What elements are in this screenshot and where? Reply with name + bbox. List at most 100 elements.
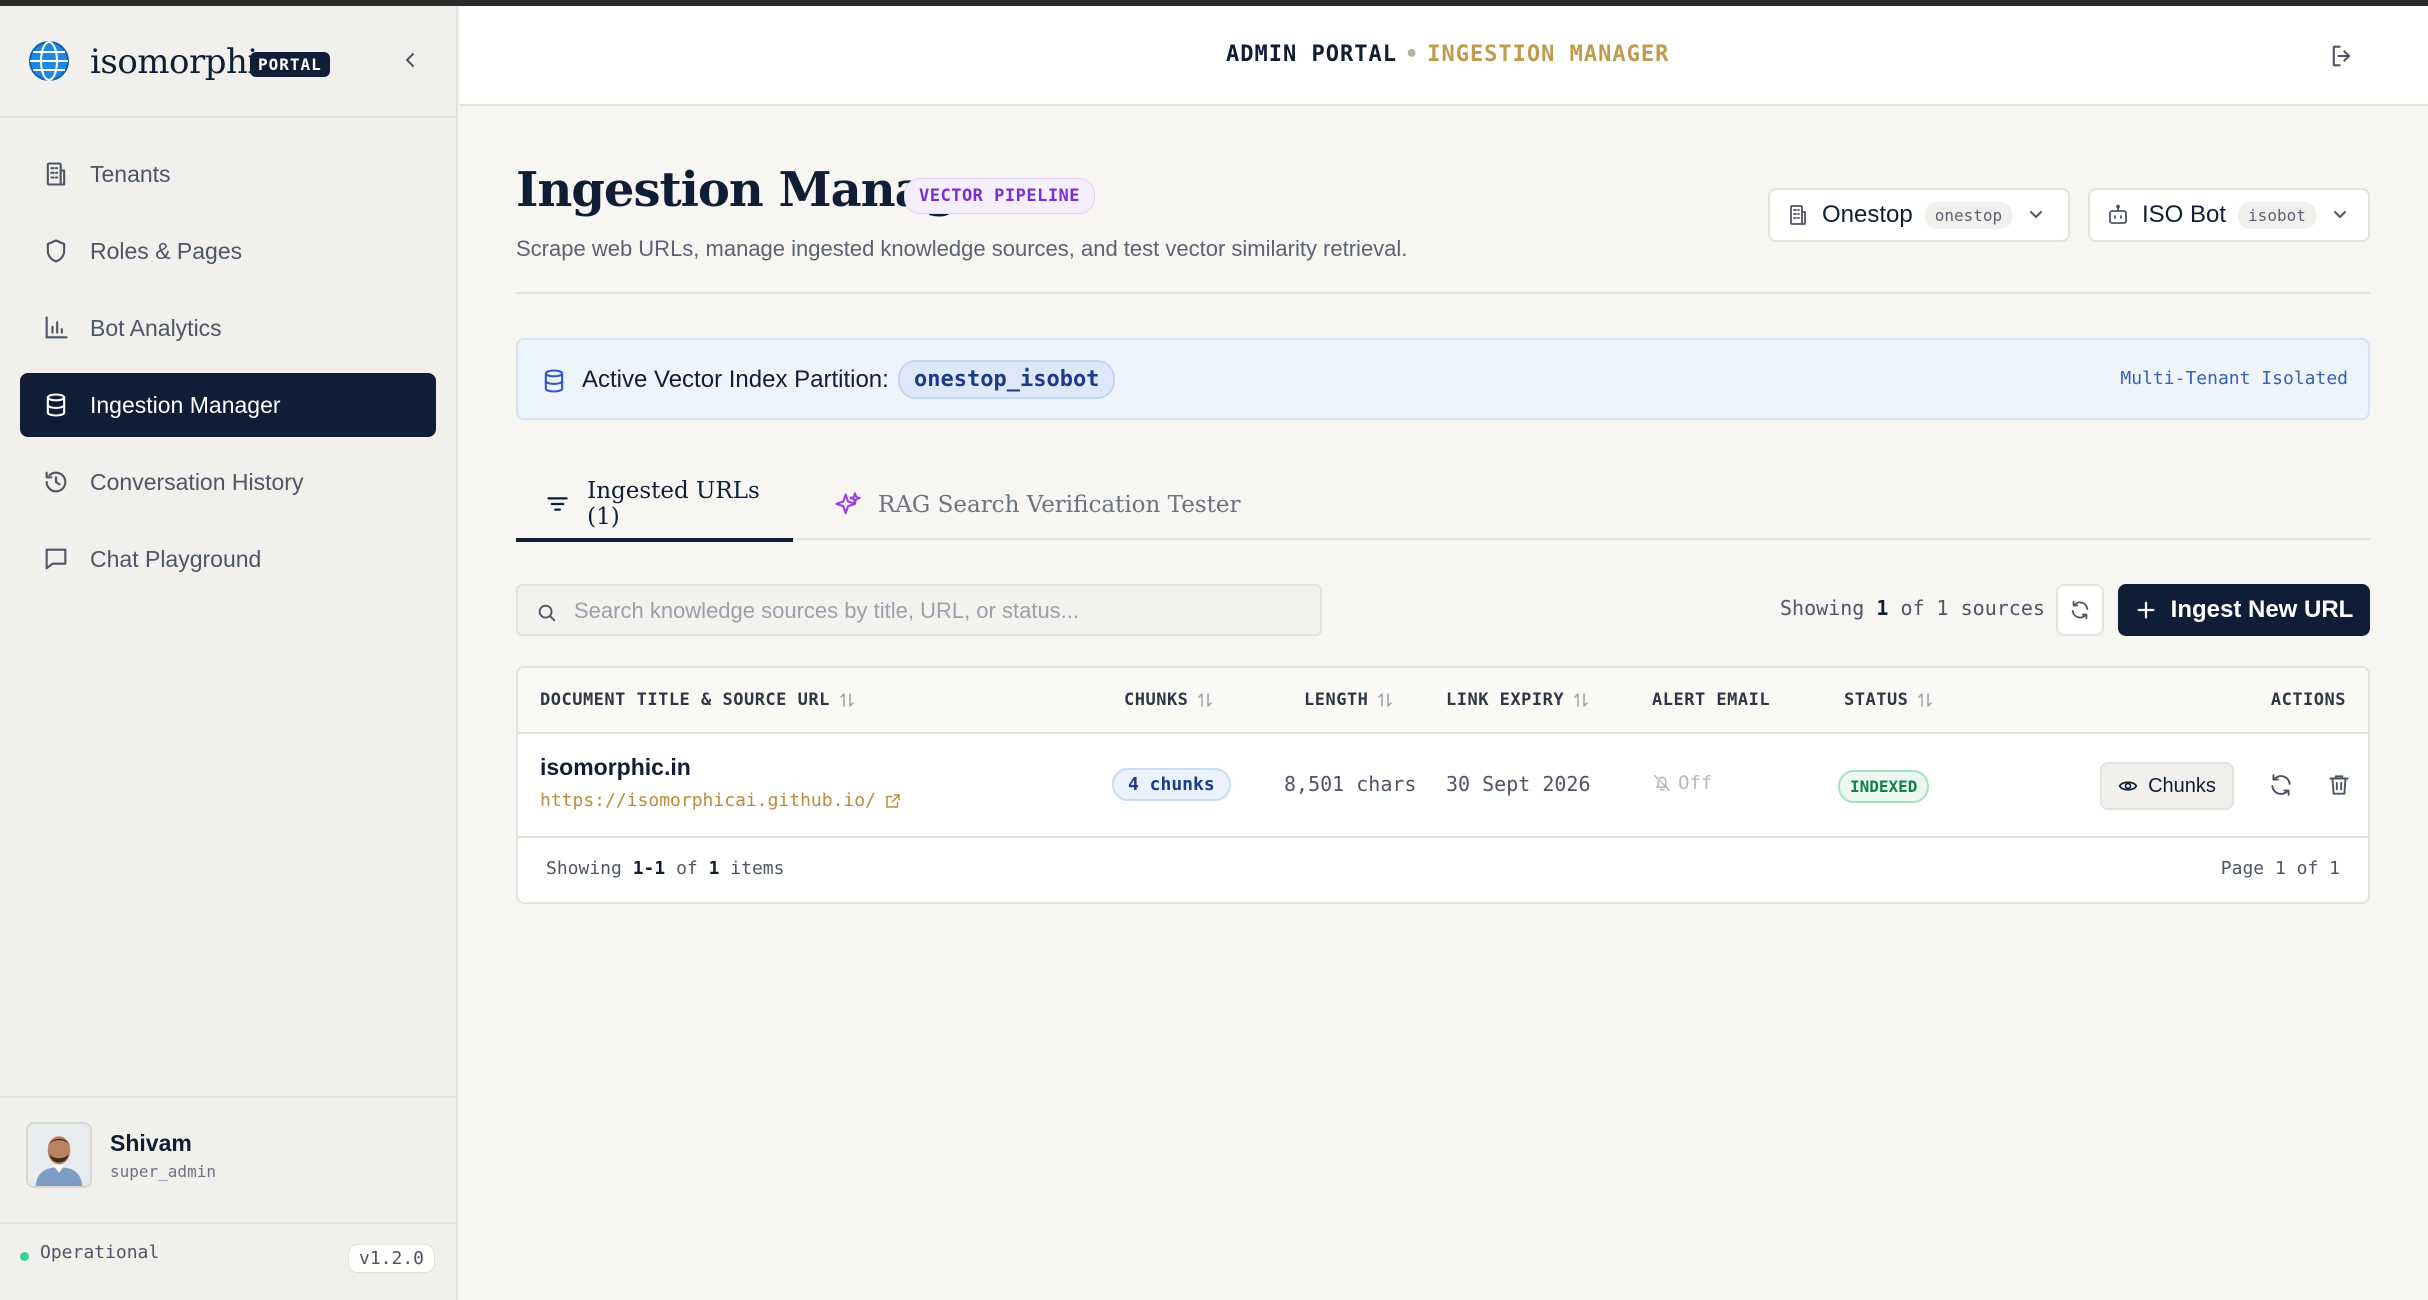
sources-table: DOCUMENT TITLE & SOURCE URL CHUNKS LENGT… [516, 666, 2370, 904]
ingest-button-label: Ingest New URL [2170, 596, 2354, 623]
footer-range: 1-1 [632, 858, 666, 879]
brand-name: isomorphic [90, 42, 277, 82]
sidebar-item-chat-playground[interactable]: Chat Playground [20, 527, 436, 591]
bell-off-icon [1653, 774, 1671, 792]
sidebar-item-label: Chat Playground [90, 545, 262, 572]
sidebar-item-label: Roles & Pages [90, 237, 243, 264]
alert-email-label: Off [1678, 772, 1713, 794]
sidebar-item-label: Conversation History [90, 468, 304, 495]
tenant-selector-label: Onestop [1822, 201, 1913, 228]
eye-icon [2118, 781, 2138, 791]
expiry-value: 30 Sept 2026 [1446, 772, 1591, 796]
bot-icon [2109, 204, 2127, 224]
sidebar-item-label: Bot Analytics [90, 314, 222, 341]
filter-lines-icon [547, 497, 568, 511]
page-subtitle: Scrape web URLs, manage ingested knowled… [516, 236, 1408, 261]
database-icon [544, 369, 564, 393]
external-link-icon[interactable] [884, 792, 902, 810]
sort-icon [840, 693, 854, 707]
sidebar: isomorphic PORTAL Tenants Roles & Pages … [0, 6, 458, 1300]
search-input[interactable] [574, 592, 1304, 630]
sidebar-item-label: Ingestion Manager [90, 391, 281, 418]
bar-chart-icon [45, 316, 68, 339]
reingest-icon[interactable] [2268, 772, 2294, 798]
sidebar-nav: Tenants Roles & Pages Bot Analytics Inge… [20, 142, 436, 604]
brand-header: isomorphic PORTAL [0, 6, 456, 118]
ingest-new-url-button[interactable]: Ingest New URL [2118, 584, 2370, 636]
column-label: ACTIONS [2270, 690, 2346, 710]
trash-icon[interactable] [2326, 772, 2352, 798]
sort-icon [1574, 693, 1588, 707]
building-icon [1790, 205, 1806, 225]
column-header-length[interactable]: LENGTH [1304, 690, 1394, 710]
table-header: DOCUMENT TITLE & SOURCE URL CHUNKS LENGT… [518, 668, 2368, 734]
globe-icon [29, 41, 69, 81]
tenant-selector[interactable]: Onestop onestop [1768, 188, 2070, 242]
history-icon [45, 471, 67, 493]
alert-email-status: Off [1652, 772, 1712, 794]
pagination-label: Page 1 of 1 [2220, 858, 2340, 879]
sidebar-item-label: Tenants [90, 160, 171, 187]
column-label: LENGTH [1304, 690, 1369, 710]
length-value: 8,501 chars [1284, 772, 1417, 796]
breadcrumb: ADMIN PORTAL • INGESTION MANAGER [1226, 42, 1669, 67]
pipeline-badge: VECTOR PIPELINE [904, 178, 1096, 214]
sidebar-item-tenants[interactable]: Tenants [20, 142, 436, 206]
source-url[interactable]: https://isomorphicai.github.io/ [540, 790, 876, 811]
tab-bar: Ingested URLs (1) RAG Search Verificatio… [516, 470, 2370, 542]
bot-selector[interactable]: ISO Bot isobot [2088, 188, 2370, 242]
chevron-left-icon[interactable] [398, 48, 422, 72]
building-icon [46, 162, 66, 186]
chunks-count-badge: 4 chunks [1112, 768, 1231, 801]
top-header: ADMIN PORTAL • INGESTION MANAGER [460, 6, 2428, 106]
tenant-selector-tag: onestop [1924, 201, 2013, 229]
column-header-document[interactable]: DOCUMENT TITLE & SOURCE URL [540, 690, 856, 710]
logout-icon[interactable] [2328, 42, 2356, 70]
summary-prefix: Showing [1780, 596, 1865, 620]
search-box [516, 584, 1322, 636]
footer-total: 1 [708, 858, 720, 879]
view-chunks-button[interactable]: Chunks [2100, 762, 2234, 810]
column-label: STATUS [1844, 690, 1909, 710]
partition-isolation-note: Multi-Tenant Isolated [2120, 368, 2348, 389]
tab-ingested-urls[interactable]: Ingested URLs (1) [516, 470, 793, 542]
shield-icon [46, 239, 66, 263]
user-role: super_admin [110, 1162, 216, 1181]
table-row: isomorphic.in https://isomorphicai.githu… [518, 734, 2368, 838]
column-header-alert-email: ALERT EMAIL [1652, 690, 1770, 710]
document-title: isomorphic.in [540, 754, 691, 780]
table-footer-summary: Showing 1-1 of 1 items [546, 858, 784, 879]
sidebar-item-ingestion-manager[interactable]: Ingestion Manager [20, 373, 436, 437]
system-status: Operational [40, 1242, 160, 1263]
avatar[interactable] [26, 1122, 92, 1188]
sidebar-item-roles-pages[interactable]: Roles & Pages [20, 219, 436, 283]
version-badge: v1.2.0 [348, 1244, 436, 1273]
sort-icon [1378, 693, 1393, 707]
column-header-link-expiry[interactable]: LINK EXPIRY [1446, 690, 1590, 710]
footer-suffix: items [730, 858, 785, 879]
tab-label: Ingested URLs (1) [587, 478, 760, 530]
plus-icon [2137, 601, 2155, 619]
bot-selector-tag: isobot [2238, 201, 2316, 229]
column-header-chunks[interactable]: CHUNKS [1124, 690, 1214, 710]
tab-rag-search-tester[interactable]: RAG Search Verification Tester [834, 470, 1240, 540]
source-url-link[interactable]: https://isomorphicai.github.io/ [540, 790, 902, 811]
breadcrumb-root[interactable]: ADMIN PORTAL [1226, 42, 1397, 67]
refresh-button[interactable] [2056, 584, 2104, 636]
status-badge: INDEXED [1838, 770, 1930, 803]
user-name: Shivam [110, 1130, 192, 1156]
column-label: DOCUMENT TITLE & SOURCE URL [540, 690, 830, 710]
sources-summary: Showing 1 of 1 sources [1780, 596, 2045, 620]
partition-value: onestop_isobot [898, 360, 1116, 399]
column-header-status[interactable]: STATUS [1844, 690, 1934, 710]
sort-icon [1918, 693, 1933, 707]
sidebar-item-bot-analytics[interactable]: Bot Analytics [20, 296, 436, 360]
search-icon [538, 604, 556, 622]
sidebar-item-conversation-history[interactable]: Conversation History [20, 450, 436, 514]
heading-divider [516, 292, 2370, 294]
chevron-down-icon [2333, 211, 2346, 218]
partition-label: Active Vector Index Partition: [582, 366, 889, 393]
partition-banner: Active Vector Index Partition: onestop_i… [516, 338, 2370, 420]
view-chunks-label: Chunks [2148, 774, 2216, 797]
column-label: CHUNKS [1124, 690, 1189, 710]
